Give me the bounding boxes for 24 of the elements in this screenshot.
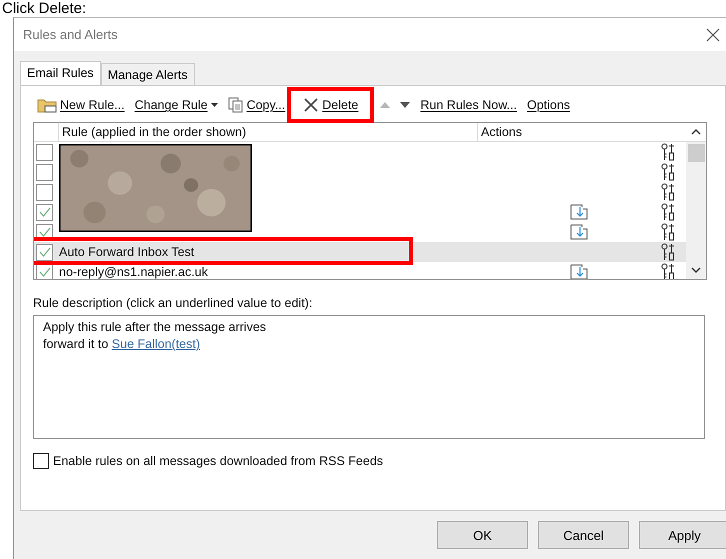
recipient-link[interactable]: Sue Fallon(test)	[112, 337, 200, 351]
toolbar-button[interactable]: Options	[522, 98, 574, 112]
rss-option-label: Enable rules on all messages downloaded from RSS Feeds	[53, 454, 384, 468]
description-label: Rule description (click an underlined value to edit):	[33, 296, 314, 310]
dialog-button[interactable]: Apply	[639, 521, 726, 549]
page-heading: Click Delete:	[1, 0, 86, 17]
rule-name: no-reply@ns1.napier.ac.uk	[59, 265, 208, 279]
description-text: forward it to	[43, 337, 110, 351]
selected-row[interactable]: Auto Forward Inbox Test	[34, 242, 686, 262]
dialog-button[interactable]: OK	[437, 521, 528, 549]
window-title: Rules and Alerts	[23, 27, 118, 42]
tab[interactable]: Manage Alerts	[100, 63, 195, 85]
toolbar-button[interactable]: Delete	[299, 97, 362, 113]
column-header: Actions	[480, 125, 523, 139]
toolbar-button[interactable]: Change Rule	[130, 98, 222, 112]
rule-name: Auto Forward Inbox Test	[59, 245, 194, 259]
dialog-button[interactable]: Cancel	[538, 521, 629, 549]
description-text: Apply this rule after the message arrives	[43, 320, 266, 334]
rule-row[interactable]: no-reply@ns1.napier.ac.uk	[34, 262, 686, 279]
toolbar-button[interactable]: Copy...	[224, 97, 290, 113]
column-header: Rule (applied in the order shown)	[59, 123, 478, 141]
tab[interactable]: Email Rules	[20, 61, 101, 85]
toolbar-button[interactable]: New Rule...	[33, 97, 129, 113]
toolbar-button[interactable]: Run Rules Now...	[416, 98, 521, 112]
